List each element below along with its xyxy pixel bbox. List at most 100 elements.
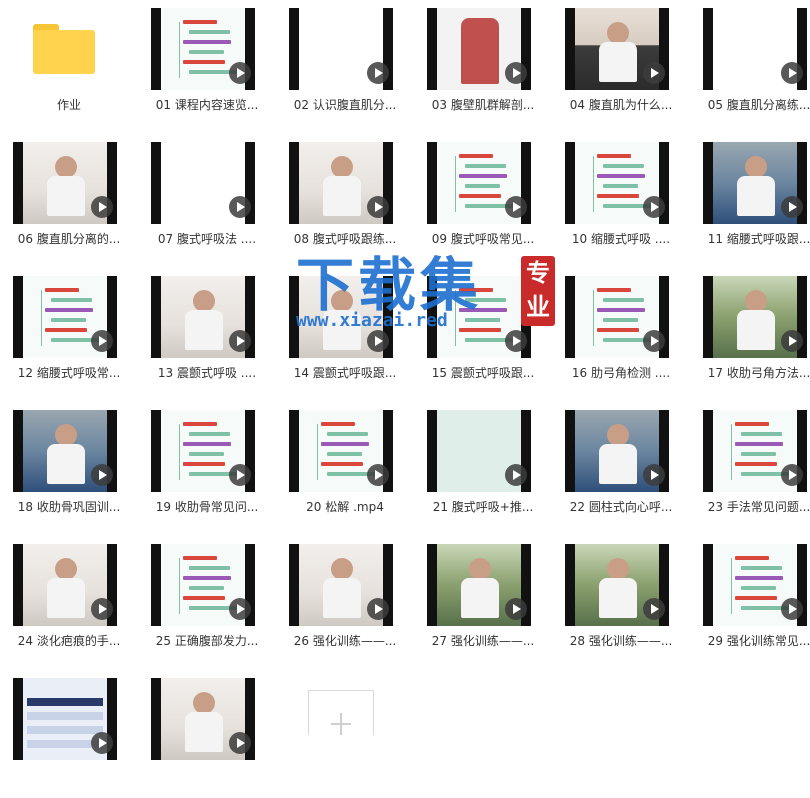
video-file-item[interactable] <box>138 670 276 798</box>
video-thumbnail <box>427 8 531 90</box>
video-file-item[interactable]: 07 腹式呼吸法 .... <box>138 134 276 262</box>
video-thumbnail <box>289 8 393 90</box>
file-name-label: 14 震颤式呼吸跟... <box>293 366 397 380</box>
video-file-item[interactable]: 03 腹壁肌群解剖... <box>414 0 552 128</box>
video-file-item[interactable]: 12 缩腰式呼吸常... <box>0 268 138 396</box>
video-thumbnail <box>427 410 531 492</box>
file-grid: 作业 01 课程内容速览... 02 认识腹直肌分... 03 腹壁肌群解剖... 0… <box>0 0 810 760</box>
video-file-item[interactable]: 04 腹直肌为什么... <box>552 0 690 128</box>
video-thumbnail <box>151 276 255 358</box>
play-icon <box>91 732 113 754</box>
play-icon <box>781 330 803 352</box>
video-thumbnail <box>427 276 531 358</box>
play-icon <box>505 196 527 218</box>
file-name-label: 21 腹式呼吸+推... <box>432 500 534 514</box>
file-name-label: 08 腹式呼吸跟练... <box>293 232 397 246</box>
play-icon <box>229 330 251 352</box>
video-file-item[interactable]: 24 淡化疤痕的手... <box>0 536 138 664</box>
video-thumbnail <box>703 410 807 492</box>
video-file-item[interactable]: 14 震颤式呼吸跟... <box>276 268 414 396</box>
video-thumbnail <box>703 8 807 90</box>
video-file-item[interactable]: 10 缩腰式呼吸 .... <box>552 134 690 262</box>
video-thumbnail <box>151 678 255 760</box>
play-icon <box>781 464 803 486</box>
video-file-item[interactable]: 06 腹直肌分离的... <box>0 134 138 262</box>
video-thumbnail <box>565 142 669 224</box>
video-thumbnail <box>427 142 531 224</box>
play-icon <box>643 330 665 352</box>
file-name-label: 28 强化训练——... <box>569 634 673 648</box>
play-icon <box>643 196 665 218</box>
play-icon <box>229 598 251 620</box>
play-icon <box>229 196 251 218</box>
video-file-item[interactable]: 18 收肋骨巩固训... <box>0 402 138 530</box>
video-thumbnail <box>703 544 807 626</box>
file-name-label: 23 手法常见问题... <box>707 500 810 514</box>
video-thumbnail <box>289 544 393 626</box>
video-file-item[interactable]: 11 缩腰式呼吸跟... <box>690 134 810 262</box>
video-file-item[interactable]: 05 腹直肌分离练... <box>690 0 810 128</box>
video-file-item[interactable]: 28 强化训练——... <box>552 536 690 664</box>
file-name-label: 29 强化训练常见... <box>707 634 810 648</box>
file-name-label: 11 缩腰式呼吸跟... <box>707 232 810 246</box>
play-icon <box>781 196 803 218</box>
video-file-item[interactable]: 20 松解 .mp4 <box>276 402 414 530</box>
play-icon <box>367 196 389 218</box>
file-name-label: 19 收肋骨常见问... <box>155 500 259 514</box>
file-name-label: 16 肋弓角检测 .... <box>571 366 671 380</box>
play-icon <box>229 464 251 486</box>
folder-item[interactable]: 作业 <box>0 0 138 128</box>
video-file-item[interactable]: 17 收肋弓角方法... <box>690 268 810 396</box>
play-icon <box>505 464 527 486</box>
video-thumbnail <box>151 8 255 90</box>
file-name-label: 10 缩腰式呼吸 .... <box>571 232 671 246</box>
file-name-label: 26 强化训练——... <box>293 634 397 648</box>
video-thumbnail <box>289 410 393 492</box>
play-icon <box>229 62 251 84</box>
add-file-button[interactable] <box>308 690 374 735</box>
play-icon <box>91 464 113 486</box>
video-file-item[interactable]: 09 腹式呼吸常见... <box>414 134 552 262</box>
file-name-label: 02 认识腹直肌分... <box>293 98 397 112</box>
play-icon <box>229 732 251 754</box>
video-thumbnail <box>151 142 255 224</box>
video-file-item[interactable]: 22 圆柱式向心呼... <box>552 402 690 530</box>
file-name-label: 01 课程内容速览... <box>155 98 259 112</box>
video-file-item[interactable]: 26 强化训练——... <box>276 536 414 664</box>
video-file-item[interactable]: 08 腹式呼吸跟练... <box>276 134 414 262</box>
video-thumbnail <box>151 544 255 626</box>
file-name-label: 18 收肋骨巩固训... <box>17 500 121 514</box>
file-name-label: 04 腹直肌为什么... <box>569 98 673 112</box>
video-thumbnail <box>565 410 669 492</box>
video-file-item[interactable]: 19 收肋骨常见问... <box>138 402 276 530</box>
video-file-item[interactable]: 21 腹式呼吸+推... <box>414 402 552 530</box>
video-file-item[interactable]: 27 强化训练——... <box>414 536 552 664</box>
video-file-item[interactable]: 13 震颤式呼吸 .... <box>138 268 276 396</box>
play-icon <box>91 598 113 620</box>
video-thumbnail <box>703 142 807 224</box>
video-file-item[interactable]: 01 课程内容速览... <box>138 0 276 128</box>
video-thumbnail <box>13 678 117 760</box>
video-file-item[interactable]: 15 震颤式呼吸跟... <box>414 268 552 396</box>
video-file-item[interactable] <box>0 670 138 798</box>
file-name-label: 05 腹直肌分离练... <box>707 98 810 112</box>
video-thumbnail <box>151 410 255 492</box>
file-name-label: 20 松解 .mp4 <box>306 500 384 514</box>
play-icon <box>91 330 113 352</box>
video-file-item[interactable]: 23 手法常见问题... <box>690 402 810 530</box>
video-thumbnail <box>289 142 393 224</box>
play-icon <box>505 330 527 352</box>
file-name-label: 13 震颤式呼吸 .... <box>157 366 257 380</box>
video-file-item[interactable]: 16 肋弓角检测 .... <box>552 268 690 396</box>
file-name-label: 25 正确腹部发力... <box>155 634 259 648</box>
play-icon <box>781 598 803 620</box>
file-name-label: 07 腹式呼吸法 .... <box>157 232 257 246</box>
video-thumbnail <box>703 276 807 358</box>
file-name-label: 22 圆柱式向心呼... <box>569 500 673 514</box>
video-file-item[interactable]: 02 认识腹直肌分... <box>276 0 414 128</box>
play-icon <box>367 330 389 352</box>
play-icon <box>367 62 389 84</box>
video-file-item[interactable]: 29 强化训练常见... <box>690 536 810 664</box>
video-file-item[interactable]: 25 正确腹部发力... <box>138 536 276 664</box>
file-name-label: 12 缩腰式呼吸常... <box>17 366 121 380</box>
